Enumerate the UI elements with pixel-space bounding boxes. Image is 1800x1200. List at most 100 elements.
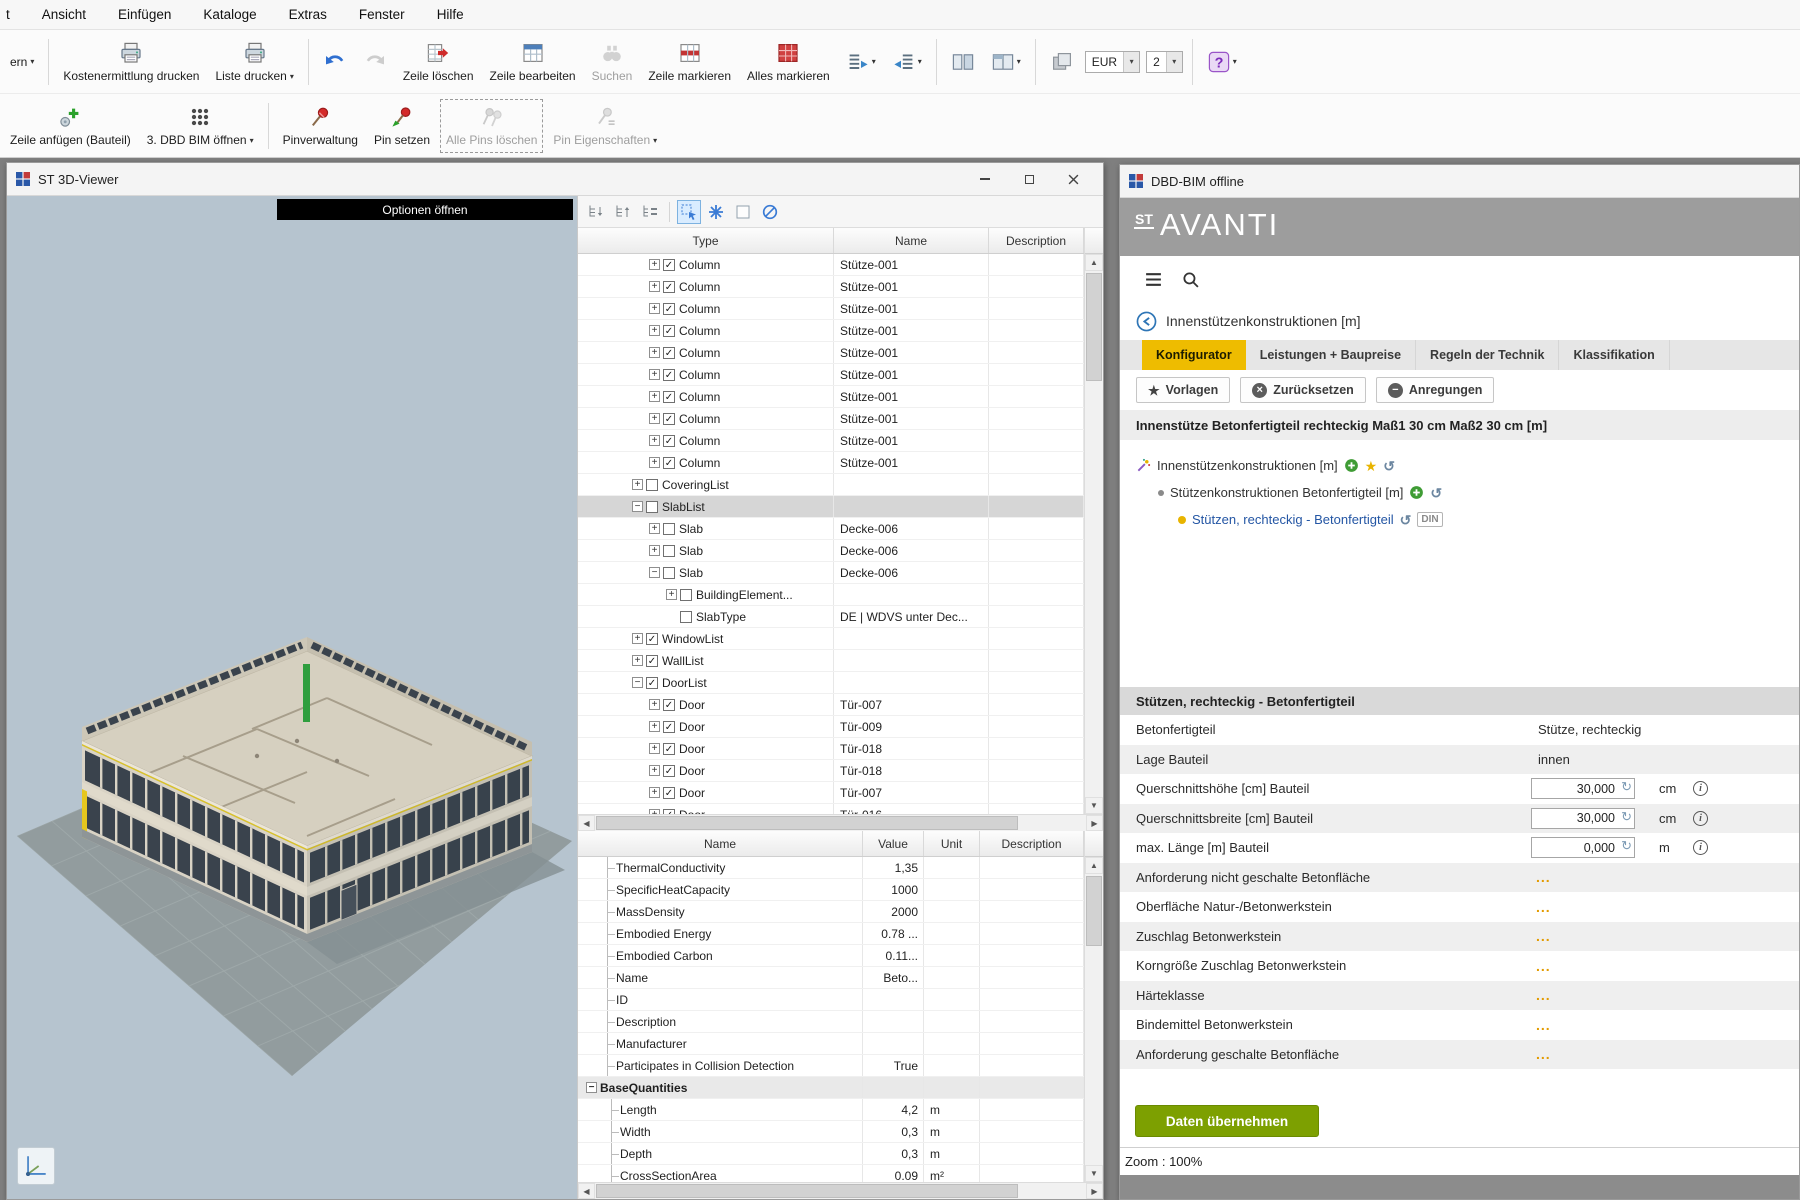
scroll-track[interactable] (595, 1183, 1086, 1199)
row-checkbox[interactable]: ✓ (663, 259, 675, 271)
tree-row[interactable]: −SlabList (578, 496, 1084, 518)
menu-einfügen[interactable]: Einfügen (116, 5, 173, 24)
3d-viewport[interactable]: Optionen öffnen (7, 196, 577, 1199)
property-row[interactable]: CrossSectionArea0.09m² (578, 1165, 1084, 1182)
dropdown-caret-icon[interactable]: ▾ (1123, 52, 1139, 72)
zeile-anfuegen-bauteil-button[interactable]: Zeile anfügen (Bauteil) (2, 97, 139, 155)
menu-extras[interactable]: Extras (287, 5, 329, 24)
config-tree-item[interactable]: Innenstützenkonstruktionen [m]★↺ (1120, 452, 1799, 479)
expander-toggle-icon[interactable]: + (649, 369, 660, 380)
hilfe-button[interactable]: ?▾ (1199, 33, 1245, 91)
info-icon[interactable]: i (1693, 781, 1708, 796)
scroll-thumb[interactable] (596, 1184, 1018, 1198)
hide-elements-button[interactable] (758, 200, 782, 224)
expander-toggle-icon[interactable]: + (649, 545, 660, 556)
dropdown-caret-icon[interactable]: ▾ (872, 57, 876, 66)
tree-row[interactable]: +CoveringList (578, 474, 1084, 496)
row-checkbox[interactable]: ✓ (663, 281, 675, 293)
fenster-layout-button[interactable]: ▾ (983, 33, 1029, 91)
row-checkbox[interactable]: ✓ (663, 303, 675, 315)
scroll-track[interactable] (1085, 271, 1103, 797)
info-icon[interactable]: i (1693, 811, 1708, 826)
value-ellipsis-link[interactable]: ... (1530, 928, 1551, 944)
tree-row[interactable]: +✓WindowList (578, 628, 1084, 650)
refresh-icon[interactable]: ↻ (1621, 779, 1632, 795)
zeile-markieren-button[interactable]: Zeile markieren (640, 33, 739, 91)
property-row[interactable]: Description (578, 1011, 1084, 1033)
tree-row[interactable]: +✓ColumnStütze-001 (578, 430, 1084, 452)
undo-button[interactable] (315, 33, 355, 91)
tree-row[interactable]: +✓ColumnStütze-001 (578, 342, 1084, 364)
highlight-selection-button[interactable] (704, 200, 728, 224)
config-tree-item[interactable]: Stützenkonstruktionen Betonfertigteil [m… (1120, 479, 1799, 506)
scroll-left-icon[interactable]: ◀ (578, 815, 595, 831)
expander-toggle-icon[interactable]: + (632, 633, 643, 644)
expander-toggle-icon[interactable]: + (649, 699, 660, 710)
value-ellipsis-link[interactable]: ... (1530, 869, 1551, 885)
scroll-right-icon[interactable]: ▶ (1086, 815, 1103, 831)
row-checkbox[interactable]: ✓ (646, 677, 658, 689)
dropdown-caret-icon[interactable]: ▾ (1017, 57, 1021, 66)
collapse-tree-button[interactable] (584, 200, 608, 224)
row-checkbox[interactable]: ✓ (646, 633, 658, 645)
add-circle-icon[interactable] (1344, 458, 1359, 473)
property-row[interactable]: Embodied Energy0.78 ... (578, 923, 1084, 945)
tree-row[interactable]: +✓DoorTür-007 (578, 782, 1084, 804)
expander-toggle-icon[interactable]: + (649, 721, 660, 732)
property-row[interactable]: ID (578, 989, 1084, 1011)
expander-toggle-icon[interactable]: + (649, 391, 660, 402)
apply-data-button[interactable]: Daten übernehmen (1135, 1105, 1319, 1137)
property-row[interactable]: Length4,2m (578, 1099, 1084, 1121)
expander-toggle-icon[interactable]: + (649, 281, 660, 292)
property-row[interactable]: NameBeto... (578, 967, 1084, 989)
max-länge-m-bauteil-input[interactable] (1531, 837, 1635, 858)
row-checkbox[interactable]: ✓ (663, 699, 675, 711)
close-button[interactable] (1051, 165, 1095, 193)
expander-toggle-icon[interactable]: + (649, 435, 660, 446)
props-vertical-scrollbar[interactable]: ▲ ▼ (1084, 831, 1103, 1182)
expander-toggle-icon[interactable]: − (649, 567, 660, 578)
row-checkbox[interactable]: ✓ (663, 721, 675, 733)
options-open-button[interactable]: Optionen öffnen (277, 199, 573, 220)
row-checkbox[interactable]: ✓ (663, 765, 675, 777)
value-ellipsis-link[interactable]: ... (1530, 1017, 1551, 1033)
menu-hilfe[interactable]: Hilfe (435, 5, 466, 24)
nachkommastellen-auswahl-dropdown[interactable]: 2▾ (1146, 51, 1183, 73)
zeile-bearbeiten-button[interactable]: Zeile bearbeiten (482, 33, 584, 91)
scroll-track[interactable] (595, 815, 1086, 831)
scroll-left-icon[interactable]: ◀ (578, 1183, 595, 1199)
value-ellipsis-link[interactable]: ... (1530, 899, 1551, 915)
din-badge[interactable]: DIN (1417, 512, 1442, 527)
row-checkbox[interactable] (663, 567, 675, 579)
refresh-icon[interactable]: ↻ (1621, 838, 1632, 854)
property-row[interactable]: Manufacturer (578, 1033, 1084, 1055)
tree-row[interactable]: +✓DoorTür-009 (578, 716, 1084, 738)
hamburger-menu-button[interactable] (1144, 270, 1163, 289)
pinverwaltung-button[interactable]: Pinverwaltung (275, 97, 366, 155)
maximize-button[interactable] (1007, 165, 1051, 193)
axis-gizmo[interactable] (17, 1147, 55, 1185)
anregungen-button[interactable]: −Anregungen (1376, 377, 1495, 403)
pin-setzen-button[interactable]: Pin setzen (366, 97, 438, 155)
tree-row[interactable]: +✓ColumnStütze-001 (578, 298, 1084, 320)
expander-toggle-icon[interactable]: + (649, 765, 660, 776)
property-row[interactable]: −BaseQuantities (578, 1077, 1084, 1099)
tree-row[interactable]: SlabTypeDE | WDVS unter Dec... (578, 606, 1084, 628)
expander-toggle-icon[interactable]: + (649, 743, 660, 754)
scroll-down-icon[interactable]: ▼ (1085, 1165, 1103, 1182)
tree-row[interactable]: +✓ColumnStütze-001 (578, 452, 1084, 474)
expander-toggle-icon[interactable]: + (649, 347, 660, 358)
zurücksetzen-button[interactable]: ×Zurücksetzen (1240, 377, 1366, 403)
info-icon[interactable]: i (1693, 840, 1708, 855)
expander-toggle-icon[interactable]: + (649, 259, 660, 270)
row-checkbox[interactable]: ✓ (663, 457, 675, 469)
scroll-right-icon[interactable]: ▶ (1086, 1183, 1103, 1199)
property-row[interactable]: Embodied Carbon0.11... (578, 945, 1084, 967)
alles-markieren-button[interactable]: Alles markieren (739, 33, 838, 91)
row-checkbox[interactable] (680, 589, 692, 601)
expand-levels-button[interactable] (638, 200, 662, 224)
property-row[interactable]: SpecificHeatCapacity1000 (578, 879, 1084, 901)
row-checkbox[interactable] (663, 545, 675, 557)
tree-row[interactable]: +✓ColumnStütze-001 (578, 386, 1084, 408)
favorite-star-icon[interactable]: ★ (1365, 459, 1378, 473)
